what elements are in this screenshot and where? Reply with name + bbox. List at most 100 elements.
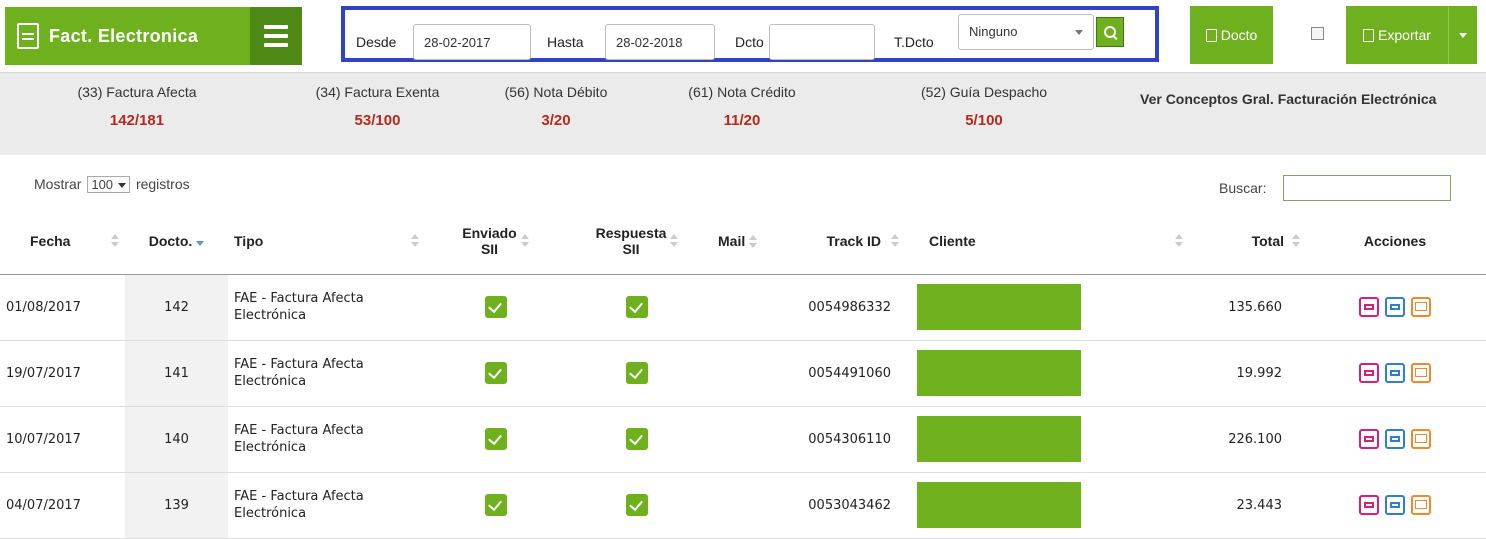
table-row[interactable]: 04/07/2017 139 FAE - Factura Afecta Elect…	[0, 472, 1486, 539]
cell-acciones	[1304, 274, 1486, 341]
stat-value: 53/100	[354, 112, 401, 129]
stat-value: 11/20	[723, 112, 761, 129]
invoice-table: Fecha Docto. Tipo Enviado SII Respuesta SI…	[0, 208, 1486, 539]
tdcto-label: T.Dcto	[894, 34, 934, 50]
cell-respuesta	[562, 340, 712, 407]
col-track-id[interactable]: Track ID	[773, 208, 911, 275]
stat-value: 3/20	[541, 112, 571, 129]
table-row[interactable]: 01/08/2017 142 FAE - Factura Afecta Elect…	[0, 274, 1486, 341]
show-suffix: registros	[135, 176, 190, 192]
document-icon	[1205, 28, 1217, 42]
cell-total: 135.660	[1199, 274, 1304, 341]
print-icon[interactable]	[1359, 297, 1379, 317]
col-total[interactable]: Total	[1199, 208, 1304, 275]
search-icon	[1104, 26, 1116, 38]
sort-icon	[1175, 234, 1183, 248]
dcto-input[interactable]	[769, 24, 875, 60]
print-icon[interactable]	[1385, 429, 1405, 449]
hasta-label: Hasta	[547, 34, 584, 50]
table-header: Fecha Docto. Tipo Enviado SII Respuesta SI…	[0, 208, 1486, 275]
stat-nota-debito: (56) Nota Débito 3/20	[490, 84, 622, 129]
col-respuesta-sii[interactable]: Respuesta SII	[562, 208, 712, 275]
chevron-down-icon	[1459, 32, 1467, 38]
sort-icon	[520, 233, 529, 248]
page-length-select[interactable]: 100	[87, 176, 131, 193]
cell-track-id: 0053043462	[773, 472, 911, 539]
col-fecha[interactable]: Fecha	[0, 208, 125, 275]
print-icon[interactable]	[1385, 495, 1405, 515]
cell-cliente	[911, 274, 1199, 341]
sort-icon	[1292, 234, 1300, 248]
checkmark-icon	[626, 362, 648, 384]
table-row[interactable]: 19/07/2017 141 FAE - Factura Afecta Elect…	[0, 340, 1486, 407]
mail-icon[interactable]	[1411, 297, 1431, 317]
cell-tipo: FAE - Factura Afecta Electrónica	[228, 406, 429, 473]
print-icon[interactable]	[1359, 429, 1379, 449]
mail-icon[interactable]	[1411, 429, 1431, 449]
desde-label: Desde	[356, 34, 397, 50]
stat-factura-exenta: (34) Factura Exenta 53/100	[300, 84, 455, 129]
export-label: Exportar	[1378, 27, 1431, 43]
cell-fecha: 01/08/2017	[0, 274, 125, 341]
sort-desc-icon	[196, 235, 205, 249]
col-enviado-sii[interactable]: Enviado SII	[429, 208, 562, 275]
top-bar: Fact. Electronica Desde Hasta Dcto T.Dct…	[0, 0, 1486, 73]
cell-acciones	[1304, 472, 1486, 539]
cell-mail	[712, 472, 773, 539]
desde-input[interactable]	[413, 24, 531, 60]
tdcto-selected: Ninguno	[969, 24, 1018, 39]
stat-name: (33) Factura Afecta	[77, 84, 197, 100]
chevron-down-icon	[118, 183, 127, 189]
table-search-label: Buscar:	[1219, 180, 1267, 196]
print-icon[interactable]	[1385, 363, 1405, 383]
brand[interactable]: Fact. Electronica	[5, 7, 250, 65]
cell-tipo: FAE - Factura Afecta Electrónica	[228, 472, 429, 539]
docto-button[interactable]: Docto	[1190, 6, 1273, 64]
cell-fecha: 19/07/2017	[0, 340, 125, 407]
checkmark-icon	[484, 428, 507, 450]
mail-icon[interactable]	[1411, 363, 1431, 383]
print-icon[interactable]	[1359, 363, 1379, 383]
stat-name: (61) Nota Crédito	[688, 84, 796, 100]
cell-track-id: 0054491060	[773, 340, 911, 407]
stat-value: 142/181	[109, 112, 165, 129]
menu-button[interactable]	[250, 7, 302, 65]
mail-icon[interactable]	[1411, 495, 1431, 515]
export-button[interactable]: Exportar	[1346, 6, 1448, 64]
tdcto-select[interactable]: Ninguno	[958, 14, 1094, 50]
client-redacted	[917, 416, 1081, 462]
cell-total: 23.443	[1199, 472, 1304, 539]
print-icon[interactable]	[1385, 297, 1405, 317]
col-cliente[interactable]: Cliente	[911, 208, 1199, 275]
table-search-input[interactable]	[1283, 175, 1451, 201]
col-tipo[interactable]: Tipo	[228, 208, 429, 275]
col-docto[interactable]: Docto.	[125, 208, 228, 275]
select-checkbox[interactable]	[1311, 27, 1324, 40]
stat-nota-credito: (61) Nota Crédito 11/20	[672, 84, 812, 129]
cell-track-id: 0054306110	[773, 406, 911, 473]
checkmark-icon	[484, 362, 507, 384]
cell-enviado	[429, 340, 562, 407]
export-dropdown-button[interactable]	[1448, 6, 1477, 64]
cell-cliente	[911, 406, 1199, 473]
cell-acciones	[1304, 406, 1486, 473]
concepts-link[interactable]: Ver Conceptos Gral. Facturación Electrón…	[1140, 91, 1436, 107]
checkmark-icon	[484, 296, 507, 318]
sort-icon	[111, 234, 119, 248]
stat-name: (52) Guía Despacho	[920, 84, 1048, 100]
cell-total: 19.992	[1199, 340, 1304, 407]
table-row[interactable]: 10/07/2017 140 FAE - Factura Afecta Elect…	[0, 406, 1486, 473]
client-redacted	[917, 482, 1081, 528]
col-mail[interactable]: Mail	[712, 208, 773, 275]
cell-track-id: 0054986332	[773, 274, 911, 341]
cell-mail	[712, 274, 773, 341]
show-prefix: Mostrar	[34, 176, 82, 192]
dcto-label: Dcto	[735, 34, 764, 50]
print-icon[interactable]	[1359, 495, 1379, 515]
checkmark-icon	[484, 494, 507, 516]
hasta-input[interactable]	[605, 24, 715, 60]
document-icon	[1363, 28, 1375, 42]
cell-respuesta	[562, 274, 712, 341]
search-button[interactable]	[1096, 17, 1124, 47]
cell-acciones	[1304, 340, 1486, 407]
